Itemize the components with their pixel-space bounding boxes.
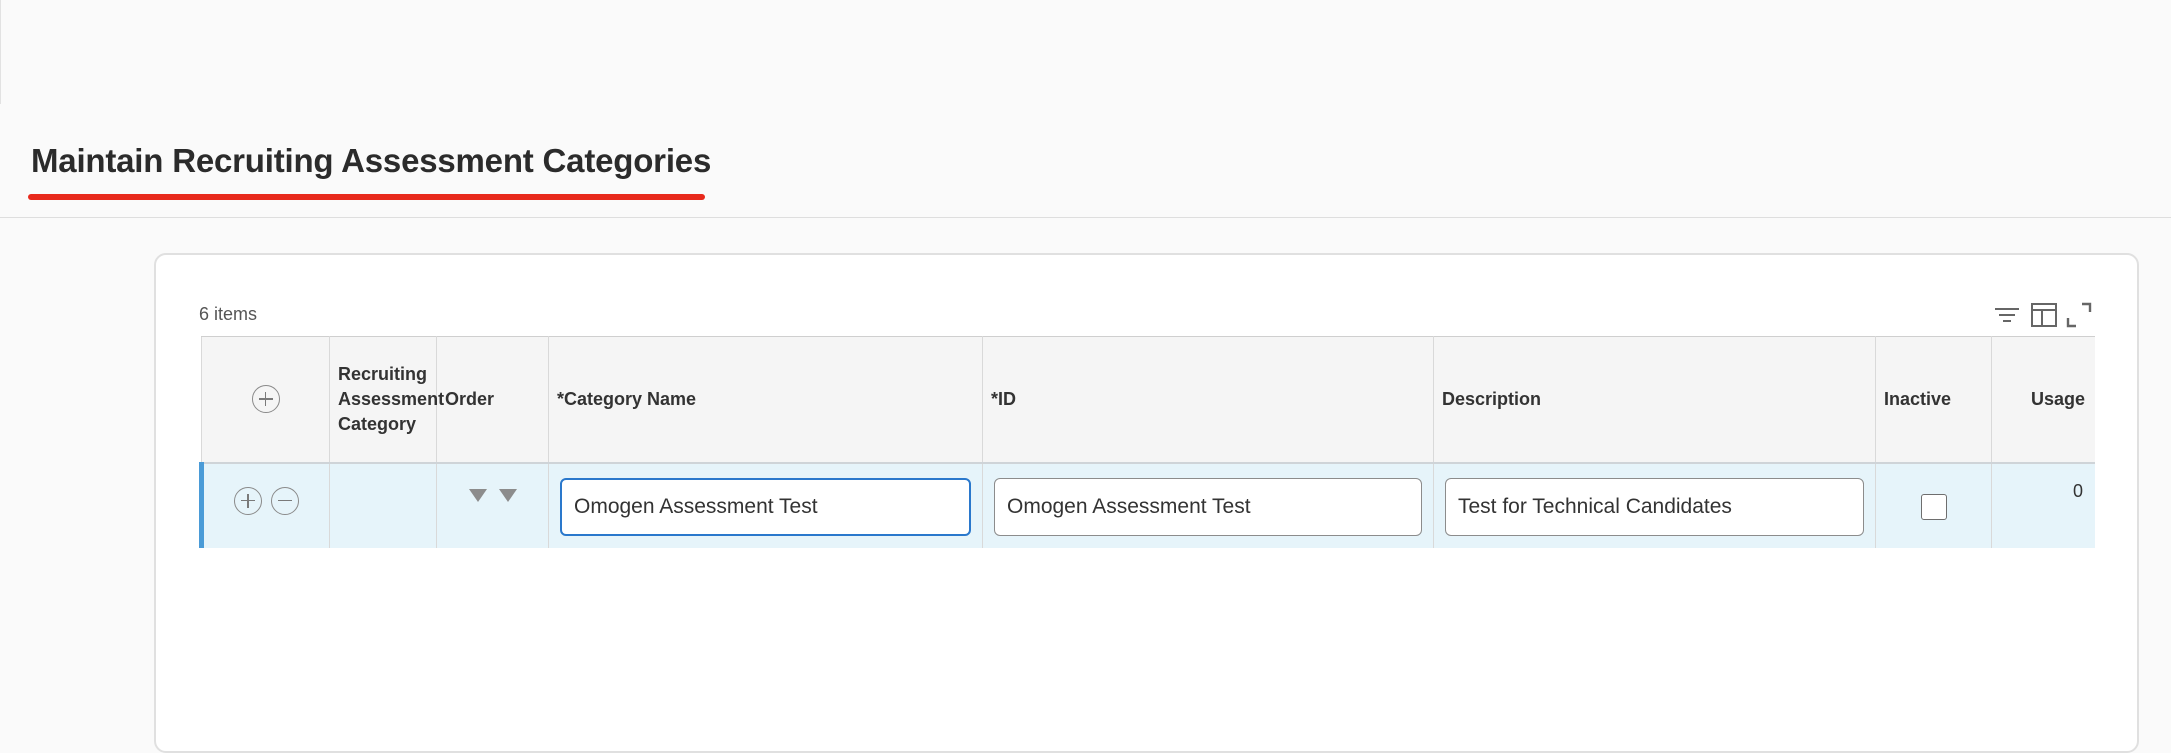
grid-header-row: Recruiting Assessment Category Order *Ca… [201, 336, 2095, 464]
table-row: 0 [199, 462, 2095, 548]
header-actions [201, 336, 330, 464]
column-header-id[interactable]: *ID [982, 336, 1434, 464]
header-divider [0, 217, 2171, 218]
column-layout-icon[interactable] [2029, 300, 2059, 330]
id-input[interactable] [994, 477, 1422, 536]
usage-value: 0 [2072, 480, 2083, 501]
column-header-inactive[interactable]: Inactive [1875, 336, 1992, 464]
id-cell [982, 462, 1434, 548]
add-row-icon[interactable] [234, 486, 262, 515]
title-underline [28, 194, 705, 200]
remove-row-icon[interactable] [271, 486, 299, 515]
add-row-icon[interactable] [251, 385, 280, 414]
column-header-usage[interactable]: Usage [1991, 336, 2095, 464]
column-header-description[interactable]: Description [1433, 336, 1876, 464]
description-cell [1433, 462, 1876, 548]
category-cell [329, 462, 437, 548]
inactive-checkbox[interactable] [1920, 493, 1947, 520]
column-header-category-name[interactable]: *Category Name [548, 336, 983, 464]
category-name-cell [548, 462, 983, 548]
filter-icon[interactable] [1992, 300, 2022, 330]
fullscreen-icon[interactable] [2064, 300, 2094, 330]
order-cell [436, 462, 549, 548]
column-header-category[interactable]: Recruiting Assessment Category [329, 336, 444, 464]
category-name-input[interactable] [560, 477, 971, 536]
move-down-icon[interactable] [468, 488, 487, 502]
item-count: 6 items [199, 304, 258, 324]
usage-cell: 0 [1991, 462, 2095, 548]
inactive-cell [1875, 462, 1992, 548]
window-edge [0, 0, 1, 104]
page-title: Maintain Recruiting Assessment Categorie… [31, 142, 712, 179]
move-down-icon[interactable] [498, 488, 517, 502]
row-actions-cell [199, 462, 330, 548]
description-input[interactable] [1445, 477, 1864, 536]
assessment-categories-grid: Recruiting Assessment Category Order *Ca… [199, 336, 2095, 548]
column-header-order[interactable]: Order [436, 336, 549, 464]
